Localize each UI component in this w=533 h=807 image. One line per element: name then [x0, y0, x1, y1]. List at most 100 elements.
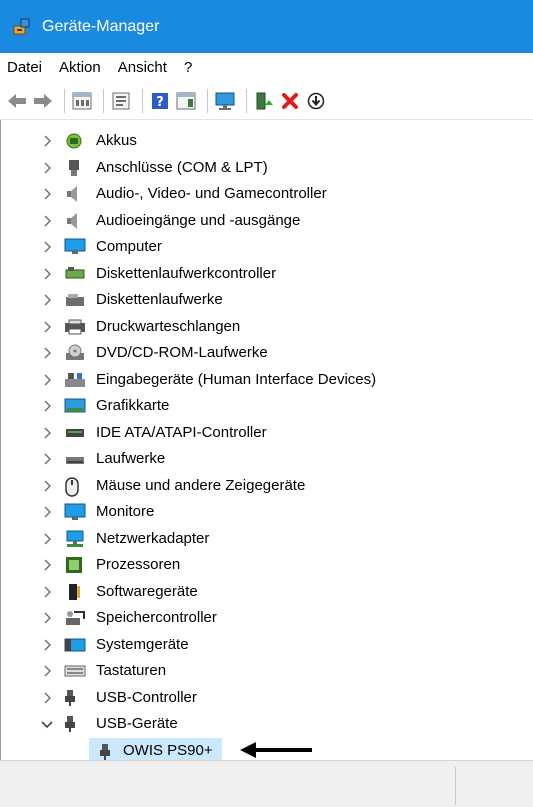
tree-node[interactable]: Prozessoren — [1, 552, 533, 578]
tree-node-label: Mäuse und andere Zeigegeräte — [96, 476, 306, 494]
speaker-icon — [64, 185, 84, 203]
usb-plug-icon — [64, 689, 84, 707]
usb-plug-icon — [64, 715, 84, 733]
chevron-right-icon[interactable] — [41, 506, 53, 518]
tree-node-label: Systemgeräte — [96, 635, 189, 653]
tree-child-label: OWIS PS90+ — [123, 741, 213, 759]
speaker-icon — [64, 212, 84, 230]
chevron-right-icon[interactable] — [41, 427, 53, 439]
chevron-right-icon[interactable] — [41, 188, 53, 200]
system-devices-icon — [64, 636, 86, 654]
controller-card-icon — [64, 265, 85, 283]
tree-node[interactable]: Audio-, Video- und Gamecontroller — [1, 181, 533, 207]
left-arrow-pointer-icon — [240, 742, 312, 758]
port-icon — [64, 159, 84, 177]
ide-controller-icon — [64, 424, 84, 442]
tree-node[interactable]: Speichercontroller — [1, 605, 533, 631]
toolbar-separator — [207, 88, 208, 113]
chevron-right-icon[interactable] — [41, 692, 53, 704]
tree-node-label: Grafikkarte — [96, 397, 170, 414]
tree-node[interactable]: Diskettenlaufwerkcontroller — [1, 261, 533, 287]
chevron-right-icon[interactable] — [41, 268, 53, 280]
download-circle-icon[interactable] — [305, 90, 327, 112]
tree-node[interactable]: Druckwarteschlangen — [1, 314, 533, 340]
computer-monitor-icon — [64, 238, 86, 256]
menu-ansicht[interactable]: Ansicht — [118, 57, 167, 78]
forward-arrow-icon[interactable] — [32, 90, 54, 112]
tree-node-label: IDE ATA/ATAPI-Controller — [96, 423, 267, 441]
chevron-right-icon[interactable] — [41, 374, 53, 386]
tree-node-label: Audio-, Video- und Gamecontroller — [96, 185, 327, 202]
chevron-right-icon[interactable] — [41, 480, 53, 492]
tree-node[interactable]: Diskettenlaufwerke — [1, 287, 533, 313]
tree-node-label: Diskettenlaufwerke — [96, 291, 223, 308]
chevron-right-icon[interactable] — [41, 215, 53, 227]
tree-node[interactable]: IDE ATA/ATAPI-Controller — [1, 420, 533, 446]
tree-node[interactable]: Eingabegeräte (Human Interface Devices) — [1, 367, 533, 393]
tree-node-label: USB-Geräte — [96, 715, 178, 732]
tree-node-label: Softwaregeräte — [96, 582, 198, 600]
chevron-right-icon[interactable] — [41, 294, 53, 306]
tree-node[interactable]: USB-Controller — [1, 685, 533, 711]
menu-help[interactable]: ? — [184, 57, 192, 78]
tree-node[interactable]: Grafikkarte — [1, 393, 533, 419]
monitor-icon — [64, 503, 86, 521]
status-bar — [0, 760, 533, 807]
chevron-right-icon[interactable] — [41, 533, 53, 545]
chevron-right-icon[interactable] — [41, 400, 53, 412]
tree-node-label: Eingabegeräte (Human Interface Devices) — [96, 370, 377, 388]
menu-bar: Datei Aktion Ansicht ? — [0, 53, 533, 82]
tree-node[interactable]: USB-Geräte — [1, 711, 533, 737]
chevron-right-icon[interactable] — [41, 162, 53, 174]
tree-node-label: Netzwerkadapter — [96, 529, 210, 547]
tree-node[interactable]: Anschlüsse (COM & LPT) — [1, 155, 533, 181]
chevron-right-icon[interactable] — [41, 665, 53, 677]
tree-node-label: Prozessoren — [96, 556, 181, 573]
chevron-right-icon[interactable] — [41, 639, 53, 651]
tree-node[interactable]: Netzwerkadapter — [1, 526, 533, 552]
floppy-drive-icon — [64, 291, 84, 309]
help-icon[interactable]: ? — [149, 90, 171, 112]
tree-node[interactable]: Mäuse und andere Zeigegeräte — [1, 473, 533, 499]
window-title: Geräte-Manager — [42, 17, 160, 35]
battery-icon — [64, 132, 84, 150]
network-adapter-icon — [64, 530, 84, 548]
tree-node-label: Akkus — [96, 132, 137, 149]
tree-node[interactable]: Laufwerke — [1, 446, 533, 472]
chevron-right-icon[interactable] — [41, 135, 53, 147]
toolbar: ? — [0, 82, 533, 120]
update-driver-icon[interactable] — [253, 90, 275, 112]
device-manager-icon — [12, 17, 32, 37]
hard-drive-icon — [64, 450, 84, 468]
properties-icon[interactable] — [110, 90, 132, 112]
uninstall-red-x-icon[interactable] — [279, 90, 301, 112]
chevron-right-icon[interactable] — [41, 586, 53, 598]
mouse-icon — [64, 476, 84, 497]
chevron-right-icon[interactable] — [41, 559, 53, 571]
tree-node[interactable]: Audioeingänge und -ausgänge — [1, 208, 533, 234]
device-view-icon[interactable] — [71, 90, 93, 112]
tree-node-label: Druckwarteschlangen — [96, 317, 241, 335]
tree-node[interactable]: Softwaregeräte — [1, 579, 533, 605]
chevron-right-icon[interactable] — [41, 612, 53, 624]
chevron-right-icon[interactable] — [41, 453, 53, 465]
chevron-right-icon[interactable] — [41, 347, 53, 359]
tree-node[interactable]: DVD/CD-ROM-Laufwerke — [1, 340, 533, 366]
chevron-right-icon[interactable] — [41, 241, 53, 253]
usb-plug-icon — [99, 743, 111, 761]
tree-node[interactable]: Monitore — [1, 499, 533, 525]
scan-hardware-icon[interactable] — [214, 90, 236, 112]
menu-datei[interactable]: Datei — [7, 57, 42, 78]
tree-node[interactable]: Tastaturen — [1, 658, 533, 684]
chevron-right-icon[interactable] — [41, 321, 53, 333]
tree-node[interactable]: Computer — [1, 234, 533, 260]
action-view-icon[interactable] — [175, 90, 197, 112]
chevron-down-icon[interactable] — [41, 718, 53, 730]
back-arrow-icon[interactable] — [6, 90, 28, 112]
menu-aktion[interactable]: Aktion — [59, 57, 101, 78]
tree-node-label: DVD/CD-ROM-Laufwerke — [96, 344, 268, 361]
device-tree: Akkus Anschlüsse (COM & LPT) Audio-, Video… — [0, 120, 533, 764]
tree-node-label: Audioeingänge und -ausgänge — [96, 211, 301, 229]
tree-node[interactable]: Akkus — [1, 128, 533, 154]
tree-node[interactable]: Systemgeräte — [1, 632, 533, 658]
